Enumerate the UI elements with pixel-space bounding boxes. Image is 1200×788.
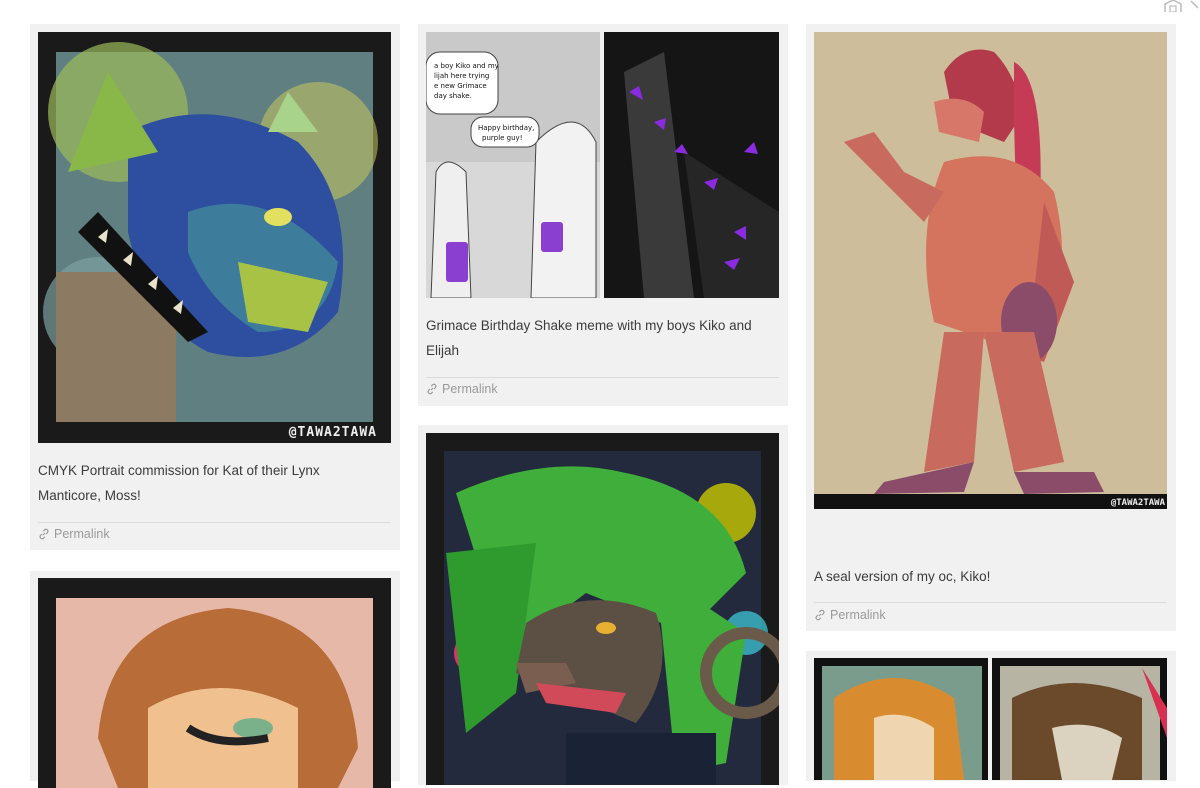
post-image-grimace-right[interactable] bbox=[604, 32, 779, 298]
watermark-label: @TAWA2TAWA bbox=[288, 425, 377, 440]
divider bbox=[426, 377, 779, 378]
permalink-label: Permalink bbox=[54, 527, 110, 541]
link-icon bbox=[815, 609, 825, 621]
permalink-label: Permalink bbox=[830, 608, 886, 622]
post-caption: Grimace Birthday Shake meme with my boys… bbox=[426, 318, 752, 358]
post-card: @TAWA2TAWA CMYK Portrait commission for … bbox=[30, 24, 400, 550]
link-icon bbox=[39, 528, 49, 540]
home-icon[interactable] bbox=[1162, 0, 1184, 12]
svg-text:day shake.: day shake. bbox=[434, 92, 472, 100]
post-image-moss-portrait[interactable]: @TAWA2TAWA bbox=[38, 32, 391, 443]
watermark-label: @TAWA2TAWA bbox=[1110, 498, 1165, 508]
post-card bbox=[806, 651, 1176, 781]
post-image-green-hair[interactable] bbox=[426, 433, 779, 785]
chevron-icon[interactable] bbox=[1190, 0, 1200, 10]
svg-text:Happy birthday,: Happy birthday, bbox=[478, 124, 534, 132]
svg-text:purple guy!: purple guy! bbox=[482, 134, 523, 142]
divider bbox=[814, 602, 1167, 603]
post-card bbox=[418, 425, 788, 785]
post-image-grimace-left[interactable]: a boy Kiko and my lijah here trying e ne… bbox=[426, 32, 600, 298]
svg-text:e new Grimace: e new Grimace bbox=[434, 82, 487, 90]
permalink-link[interactable]: Permalink bbox=[814, 608, 886, 622]
permalink-link[interactable]: Permalink bbox=[426, 382, 498, 396]
post-card: @TAWA2TAWA A seal version of my oc, Kiko… bbox=[806, 24, 1176, 631]
post-card: a boy Kiko and my lijah here trying e ne… bbox=[418, 24, 788, 406]
post-caption: A seal version of my oc, Kiko! bbox=[814, 569, 991, 584]
post-image-portrait[interactable] bbox=[38, 578, 391, 788]
divider bbox=[38, 522, 391, 523]
permalink-link[interactable]: Permalink bbox=[38, 527, 110, 541]
post-image-comic-left[interactable] bbox=[814, 658, 988, 780]
permalink-label: Permalink bbox=[442, 382, 498, 396]
svg-text:lijah here trying: lijah here trying bbox=[434, 72, 489, 80]
post-image-seal-kiko[interactable]: @TAWA2TAWA bbox=[814, 32, 1167, 509]
post-caption: CMYK Portrait commission for Kat of thei… bbox=[38, 463, 320, 503]
post-card bbox=[30, 571, 400, 788]
svg-text:a boy Kiko and my: a boy Kiko and my bbox=[434, 62, 499, 70]
link-icon bbox=[427, 383, 437, 395]
post-image-comic-right[interactable] bbox=[992, 658, 1167, 780]
